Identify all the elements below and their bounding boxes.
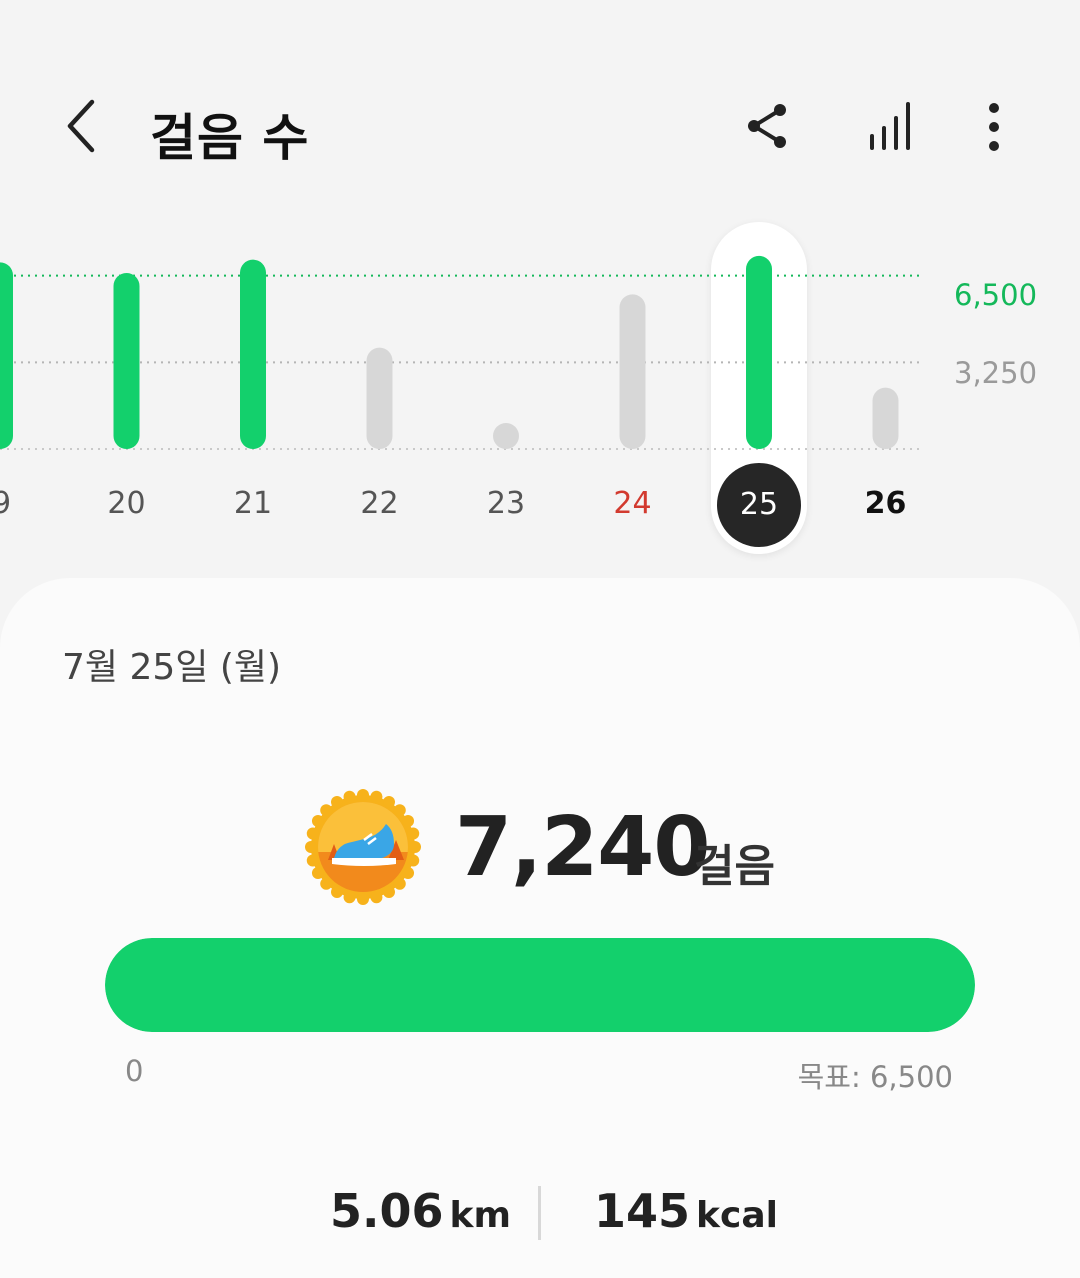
- day-label-21[interactable]: 21: [213, 486, 293, 521]
- medal-edge-tooth: [393, 877, 406, 890]
- medal-edge-tooth: [306, 854, 319, 867]
- bar-day-24[interactable]: [619, 294, 646, 449]
- top-app-bar: 걸음 수: [0, 80, 1080, 180]
- share-icon: [748, 104, 786, 148]
- medal-edge-tooth: [311, 867, 324, 879]
- bar-day-25[interactable]: [746, 255, 772, 449]
- more-options-button[interactable]: [962, 96, 1026, 160]
- day-label-26[interactable]: 26: [846, 486, 926, 521]
- distance-stat: 5.06 km: [330, 1184, 511, 1238]
- day-label-24[interactable]: 24: [593, 486, 673, 521]
- day-label-19[interactable]: 19: [0, 486, 32, 521]
- medal-edge-tooth: [402, 815, 415, 827]
- day-label-23[interactable]: 23: [466, 486, 546, 521]
- bar-day-21[interactable]: [240, 259, 266, 449]
- distance-value: 5.06: [330, 1184, 444, 1238]
- steps-count: 7,240: [455, 800, 710, 895]
- bar-day-19[interactable]: [0, 262, 13, 449]
- medal-edge-tooth: [370, 891, 383, 904]
- calories-value: 145: [594, 1184, 691, 1238]
- chevron-left-icon: [67, 99, 95, 153]
- medal-edge-tooth: [331, 886, 343, 899]
- calories-stat: 145 kcal: [594, 1184, 778, 1238]
- page-title: 걸음 수: [150, 109, 310, 167]
- day-detail-card: 7월 25일 (월) 7,240 걸음 0 목표: 6,500 5.06 km …: [0, 578, 1080, 1278]
- medal-edge-tooth: [357, 893, 369, 905]
- medal-edge-tooth: [393, 804, 406, 817]
- bar-day-20[interactable]: [113, 273, 140, 449]
- medal-edge-tooth: [402, 867, 415, 879]
- goal-line-label: 6,500: [954, 278, 1038, 312]
- daily-steps-chart: 6,500 3,250 19 20 21 22 23 24 25 26: [0, 200, 1080, 570]
- running-shoe-medal-icon: [305, 789, 421, 905]
- medal-edge-tooth: [331, 795, 343, 808]
- medal-edge-tooth: [343, 891, 356, 904]
- share-button[interactable]: [736, 96, 800, 160]
- medal-edge-tooth: [306, 827, 319, 840]
- bar-chart-icon: [870, 102, 910, 150]
- bar-day-26[interactable]: [872, 387, 899, 449]
- back-button[interactable]: [56, 96, 112, 156]
- day-label-22[interactable]: 22: [340, 486, 420, 521]
- stat-divider: [538, 1186, 541, 1240]
- medal-edge-tooth: [320, 877, 333, 890]
- selected-date: 7월 25일 (월): [62, 647, 282, 688]
- medal-edge-tooth: [407, 854, 420, 867]
- medal-edge-tooth: [305, 841, 317, 853]
- medal-edge-tooth: [383, 886, 395, 899]
- day-label-25-selected[interactable]: 25: [717, 463, 801, 547]
- goal-progress-bar: [105, 938, 975, 1032]
- medal-edge-tooth: [407, 827, 420, 840]
- medal-edge-tooth: [383, 795, 395, 808]
- medal-edge-tooth: [311, 815, 324, 827]
- goal-progress-fill: [105, 938, 975, 1032]
- progress-min-label: 0: [125, 1054, 144, 1088]
- calories-unit: kcal: [696, 1195, 778, 1236]
- steps-unit: 걸음: [694, 841, 775, 892]
- bar-day-23[interactable]: [493, 423, 519, 449]
- day-label-20[interactable]: 20: [87, 486, 167, 521]
- chart-view-button[interactable]: [858, 96, 922, 160]
- half-goal-line-label: 3,250: [954, 356, 1038, 390]
- goal-medal: [304, 788, 422, 906]
- medal-edge-tooth: [320, 804, 333, 817]
- more-vertical-icon: [989, 103, 999, 151]
- progress-goal-label: 목표: 6,500: [797, 1060, 953, 1094]
- bar-day-22[interactable]: [366, 347, 393, 449]
- medal-edge-tooth: [370, 790, 383, 803]
- distance-unit: km: [449, 1195, 511, 1236]
- medal-edge-tooth: [409, 841, 421, 853]
- medal-edge-tooth: [343, 790, 356, 803]
- medal-edge-tooth: [357, 789, 369, 801]
